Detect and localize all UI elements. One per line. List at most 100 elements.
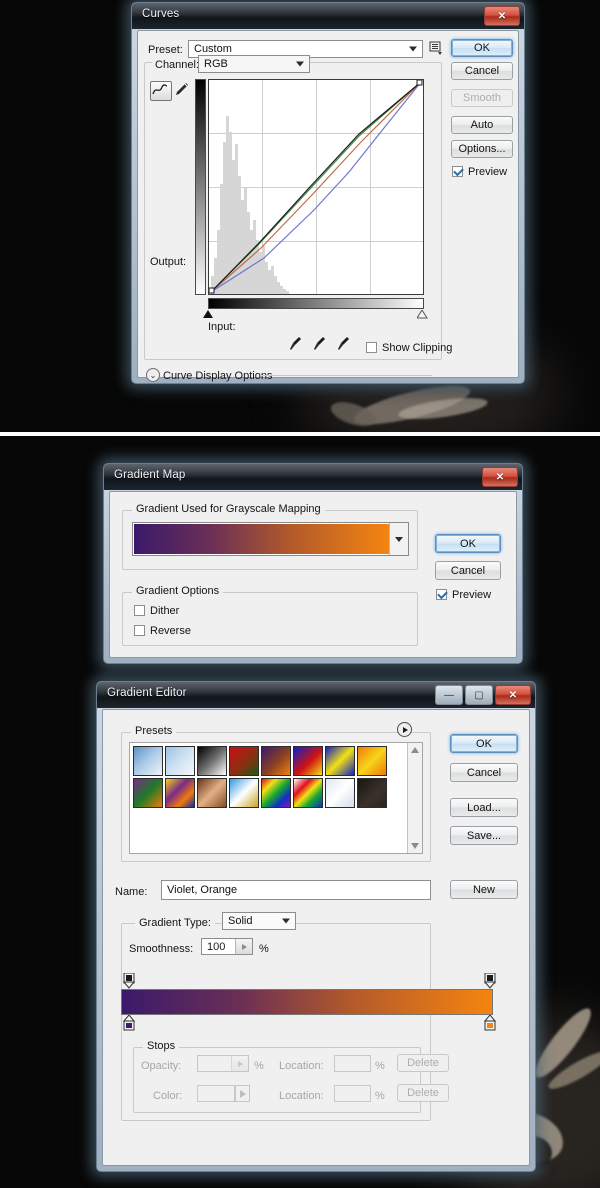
preset-swatch-spectrum[interactable] [261,778,291,808]
white-point-eyedropper-icon[interactable] [337,336,350,352]
smoothness-value: 100 [207,940,226,953]
preset-swatch-neutral-density[interactable] [357,778,387,808]
curve-graph[interactable] [208,79,424,295]
preset-swatch-blue-yellow-blue[interactable] [325,746,355,776]
gradient-editor-titlebar[interactable]: Gradient Editor — ▢ ✕ [97,682,535,708]
gradient-name-input[interactable]: Violet, Orange [161,880,431,900]
gray-point-eyedropper-icon[interactable] [313,336,326,352]
output-label: Output: [150,256,187,268]
curves-titlebar[interactable]: Curves ✕ [132,3,524,29]
gradient-editor-body: Presets Name: Violet, Orange Gradient Ty… [102,709,530,1166]
panel-divider [0,432,600,436]
curves-preview-checkbox[interactable] [452,166,463,177]
curves-options-button[interactable]: Options... [451,140,513,158]
opacity-unit: % [254,1060,264,1072]
minimize-icon[interactable]: — [435,685,463,705]
curves-title: Curves [142,8,180,20]
reverse-checkbox[interactable] [134,625,145,636]
presets-title: Presets [131,725,177,737]
pencil-icon[interactable] [174,81,190,99]
titlebar-gloss [132,3,524,16]
color-stop-left[interactable] [123,1015,135,1031]
gradient-preview-combo[interactable] [132,522,409,556]
gradient-editor-new-button[interactable]: New [450,880,518,899]
scroll-down-arrow-icon[interactable] [411,843,419,849]
gradient-map-body: Gradient Used for Grayscale Mapping Grad… [109,491,517,658]
gradient-map-titlebar[interactable]: Gradient Map ✕ [104,464,522,490]
color-location-input [334,1085,371,1102]
preset-swatch-blue-red-yellow[interactable] [293,746,323,776]
gradient-editor-load-button[interactable]: Load... [450,798,518,817]
gradient-map-ok-button[interactable]: OK [435,534,501,553]
close-icon[interactable]: ✕ [482,467,518,487]
color-swatch-input [197,1085,235,1102]
preset-swatch-foreground-to-background[interactable] [133,746,163,776]
gradient-map-title: Gradient Map [114,469,186,481]
curve-draw-icon[interactable] [150,81,172,101]
opacity-label: Opacity: [141,1060,182,1072]
preset-swatch-black-white[interactable] [197,746,227,776]
color-picker-arrow-icon [235,1085,250,1102]
preset-swatch-copper[interactable] [197,778,227,808]
curves-dialog: Curves ✕ Preset: Custom Channel: RGB Out… [131,2,525,384]
gradient-options-group [122,592,418,646]
close-icon[interactable]: ✕ [484,6,520,26]
gradient-editor-ok-button[interactable]: OK [450,734,518,753]
gradient-type-combo[interactable]: Solid [222,912,296,930]
preset-menu-icon[interactable] [429,41,443,56]
channel-combo[interactable]: RGB [198,55,310,73]
gradient-edit-fill [122,990,492,1014]
opacity-location-input [334,1055,371,1072]
smoothness-stepper-icon[interactable] [235,939,252,954]
white-point-slider[interactable] [417,310,429,319]
opacity-stop-left[interactable] [123,973,135,989]
opacity-stop-right[interactable] [484,973,496,989]
gradient-options-title: Gradient Options [132,585,224,597]
opacity-stepper-icon [231,1056,248,1071]
preset-swatch-chrome[interactable] [229,778,259,808]
gradient-map-window-buttons: ✕ [482,467,518,487]
preset-swatch-transparent-rainbow[interactable] [293,778,323,808]
smoothness-input[interactable]: 100 [201,938,253,955]
preset-swatch-orange-yellow-orange[interactable] [357,746,387,776]
presets-list[interactable] [129,742,423,854]
black-point-slider[interactable] [203,310,215,319]
curve-display-options-label[interactable]: Curve Display Options [163,370,272,382]
gradient-map-cancel-button[interactable]: Cancel [435,561,501,580]
preset-swatch-red-green[interactable] [229,746,259,776]
gradient-editor-title: Gradient Editor [107,687,187,699]
gradient-editor-cancel-button[interactable]: Cancel [450,763,518,782]
preset-swatch-violet-green-orange[interactable] [133,778,163,808]
chevron-double-down-icon[interactable]: ⌄ [146,368,160,382]
opacity-input [197,1055,249,1072]
screenshot-root: Curves ✕ Preset: Custom Channel: RGB Out… [0,0,600,1188]
curves-smooth-button: Smooth [451,89,513,107]
show-clipping-checkbox[interactable] [366,342,377,353]
preset-swatch-foreground-to-transparent[interactable] [165,746,195,776]
curves-ok-button[interactable]: OK [451,39,513,57]
color-stop-right[interactable] [484,1015,496,1031]
chevron-down-icon [409,46,417,52]
name-label: Name: [115,886,148,898]
preset-value: Custom [194,43,232,55]
color-location-label: Location: [279,1090,324,1102]
curves-cancel-button[interactable]: Cancel [451,62,513,80]
presets-scrollbar[interactable] [407,743,422,853]
gradient-edit-bar[interactable] [121,989,493,1015]
preset-swatch-violet-orange[interactable] [261,746,291,776]
close-icon[interactable]: ✕ [495,685,531,705]
maximize-icon[interactable]: ▢ [465,685,493,705]
dither-label: Dither [150,605,180,617]
input-ramp [208,298,424,309]
smoothness-unit: % [259,943,269,955]
scroll-up-arrow-icon[interactable] [411,747,419,753]
dither-checkbox[interactable] [134,605,145,616]
gradient-map-preview-checkbox[interactable] [436,589,447,600]
preset-swatch-yellow-violet-orange-blue[interactable] [165,778,195,808]
gradient-editor-save-button[interactable]: Save... [450,826,518,845]
chevron-down-icon[interactable] [389,523,408,555]
presets-flyout-icon[interactable] [397,722,412,737]
black-point-eyedropper-icon[interactable] [289,336,302,352]
preset-swatch-transparent-stripes[interactable] [325,778,355,808]
curves-auto-button[interactable]: Auto [451,116,513,134]
